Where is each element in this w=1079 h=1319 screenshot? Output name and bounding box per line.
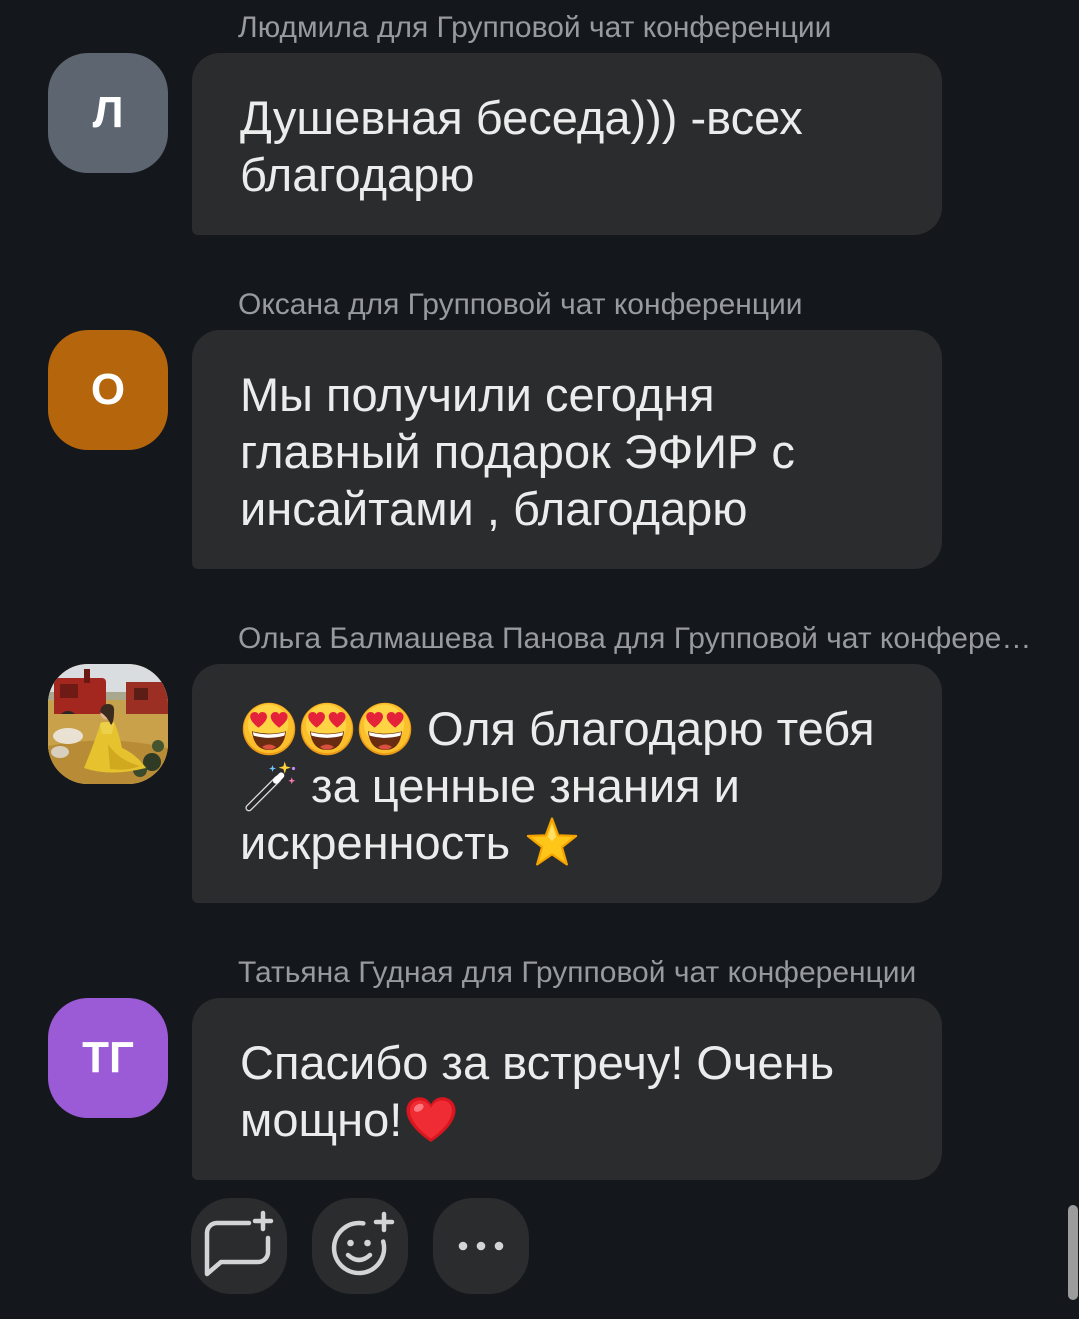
- message-actions-bar: [191, 1198, 529, 1294]
- avatar-initials: О: [90, 365, 126, 414]
- message-line: за ценные знания и: [240, 757, 902, 814]
- message-row: ТГ Спасибо за встречу! Очень мощно!: [0, 998, 1079, 1180]
- add-reaction-button[interactable]: [312, 1198, 408, 1294]
- red-heart-emoji-icon: [402, 1092, 460, 1148]
- heart-eyes-emoji-icon: [356, 701, 414, 757]
- avatar[interactable]: ТГ: [48, 998, 168, 1118]
- message-line: Душевная беседа))) -всех: [240, 89, 902, 146]
- message-line: мощно!: [240, 1091, 902, 1148]
- message-group: Ольга Балмашева Панова для Групповой чат…: [0, 614, 1079, 903]
- message-text: за ценные знания и: [298, 759, 740, 812]
- message-text: благодарю: [240, 148, 475, 201]
- more-horizontal-icon: [458, 1241, 504, 1251]
- heart-eyes-emoji-icon: [298, 701, 356, 757]
- sender-label: Татьяна Гудная для Групповой чат конфере…: [238, 956, 917, 989]
- magic-wand-emoji-icon: [240, 758, 298, 814]
- message-text: инсайтами , благодарю: [240, 482, 748, 535]
- reply-comment-button[interactable]: [191, 1198, 287, 1294]
- message-line: главный подарок ЭФИР с: [240, 423, 902, 480]
- heart-eyes-emoji-icon: [240, 701, 298, 757]
- avatar-initials: Л: [92, 88, 124, 137]
- message-group: Людмила для Групповой чат конференции Л …: [0, 3, 1079, 235]
- emoji-add-icon: [331, 1211, 395, 1276]
- comment-add-icon: [204, 1210, 274, 1277]
- message-text: Спасибо за встречу! Очень: [240, 1036, 835, 1089]
- message-line: Спасибо за встречу! Очень: [240, 1034, 902, 1091]
- profile-photo-icon: [48, 664, 168, 784]
- message-text: искренность: [240, 816, 524, 869]
- message-bubble[interactable]: Душевная беседа))) -всех благодарю: [192, 53, 942, 235]
- more-options-button[interactable]: [433, 1198, 529, 1294]
- message-text: Оля благодарю тебя: [414, 702, 875, 755]
- message-line: благодарю: [240, 146, 902, 203]
- message-group: Татьяна Гудная для Групповой чат конфере…: [0, 948, 1079, 1180]
- message-feed: Людмила для Групповой чат конференции Л …: [0, 3, 1079, 1225]
- avatar[interactable]: О: [48, 330, 168, 450]
- message-row: О Мы получили сегодня главный подарок ЭФ…: [0, 330, 1079, 569]
- avatar-initials: ТГ: [82, 1033, 134, 1082]
- sender-label: Оксана для Групповой чат конференции: [238, 288, 803, 321]
- avatar-photo[interactable]: [48, 664, 168, 784]
- sender-label: Людмила для Групповой чат конференции: [238, 11, 832, 44]
- message-line: Мы получили сегодня: [240, 366, 902, 423]
- message-text: главный подарок ЭФИР с: [240, 425, 795, 478]
- message-text: мощно!: [240, 1093, 403, 1146]
- message-line: искренность: [240, 814, 902, 871]
- sender-label: Ольга Балмашева Панова для Групповой чат…: [238, 622, 1032, 655]
- message-text: Мы получили сегодня: [240, 368, 715, 421]
- message-bubble[interactable]: Оля благодарю тебя за ценные знания и ис…: [192, 664, 942, 903]
- message-text: Душевная беседа))) -всех: [240, 91, 803, 144]
- message-line: инсайтами , благодарю: [240, 480, 902, 537]
- message-row: Л Душевная беседа))) -всех благодарю: [0, 53, 1079, 235]
- message-row: Оля благодарю тебя за ценные знания и ис…: [0, 664, 1079, 903]
- star-emoji-icon: [523, 815, 581, 871]
- message-group: Оксана для Групповой чат конференции О М…: [0, 280, 1079, 569]
- scrollbar-thumb[interactable]: [1068, 1205, 1078, 1300]
- message-bubble[interactable]: Спасибо за встречу! Очень мощно!: [192, 998, 942, 1180]
- avatar[interactable]: Л: [48, 53, 168, 173]
- message-line: Оля благодарю тебя: [240, 700, 902, 757]
- message-bubble[interactable]: Мы получили сегодня главный подарок ЭФИР…: [192, 330, 942, 569]
